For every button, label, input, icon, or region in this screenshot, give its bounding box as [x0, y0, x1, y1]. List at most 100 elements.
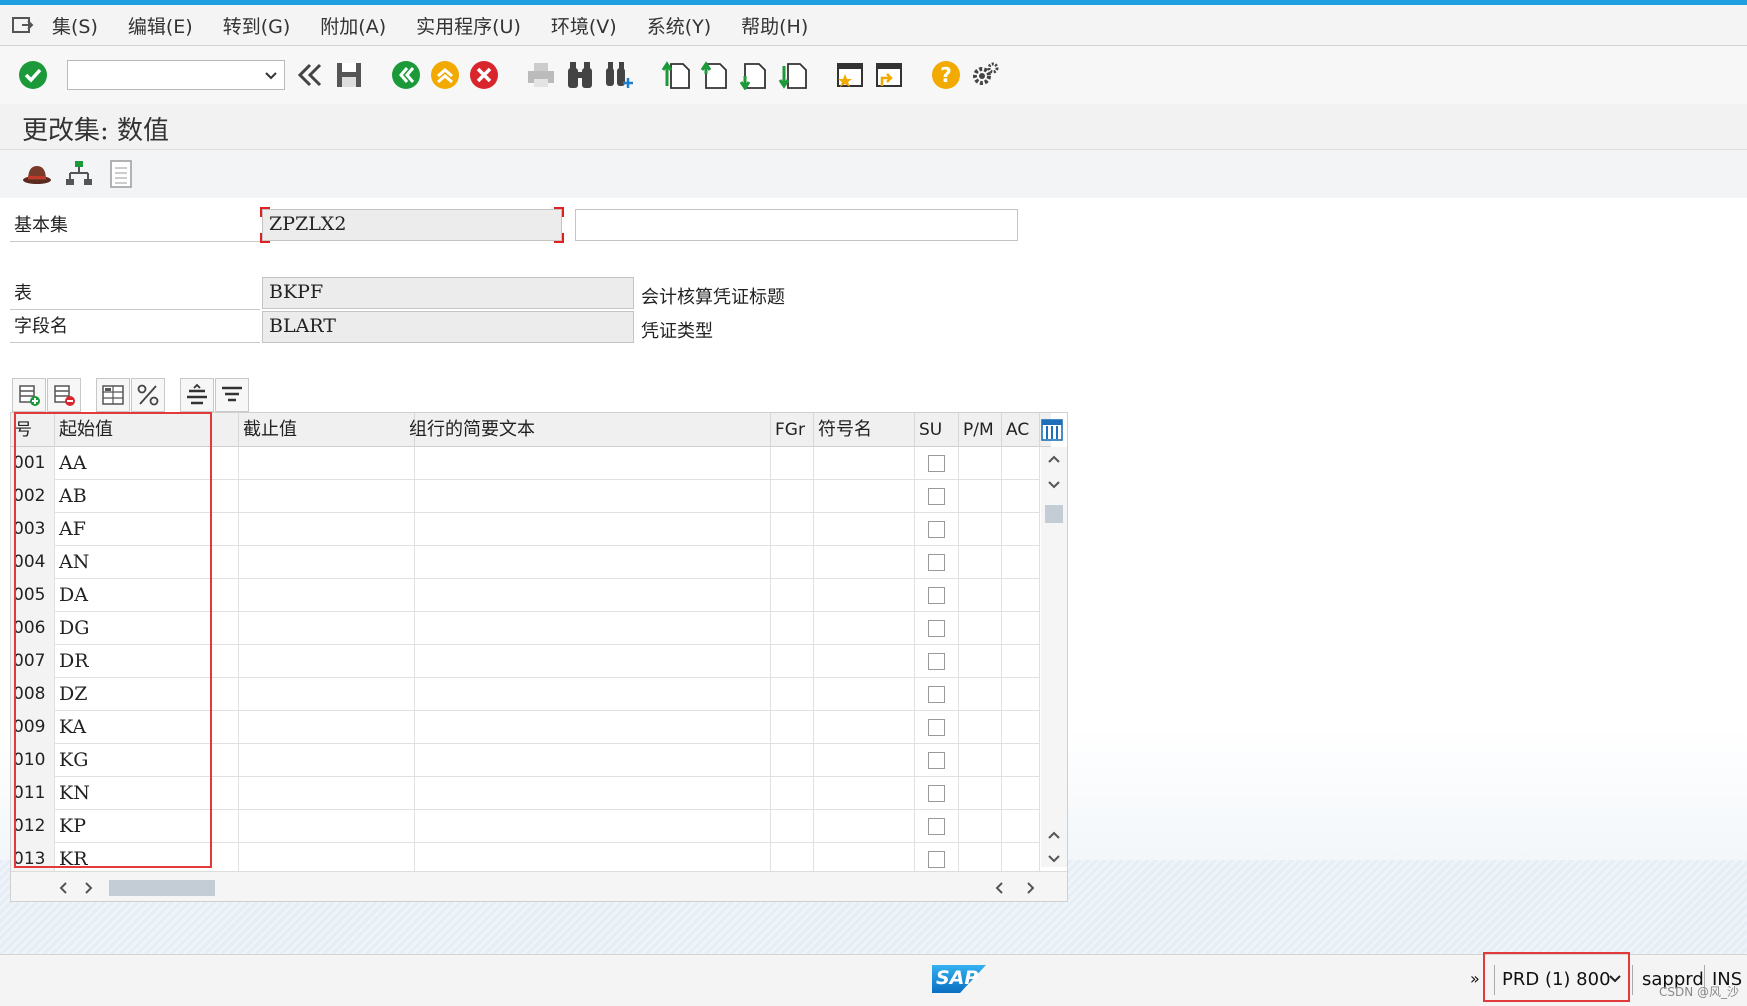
cell-fgr[interactable] [771, 612, 814, 645]
cell-pm[interactable] [959, 645, 1002, 678]
back-double-icon[interactable] [293, 58, 327, 92]
insert-row-icon[interactable] [12, 378, 46, 412]
cell-to[interactable] [239, 447, 415, 480]
enter-icon[interactable] [16, 58, 50, 92]
cell-pm[interactable] [959, 711, 1002, 744]
scroll-right-icon[interactable] [81, 880, 95, 900]
command-field[interactable] [67, 60, 285, 90]
column-header-pm[interactable]: P/M [959, 413, 1002, 447]
field-name-field[interactable]: BLART [262, 311, 634, 343]
cell-ac[interactable] [1002, 513, 1040, 546]
su-checkbox[interactable] [928, 686, 945, 703]
su-checkbox[interactable] [928, 653, 945, 670]
cell-symbol[interactable] [814, 546, 915, 579]
cell-to[interactable] [239, 777, 415, 810]
cell-fgr[interactable] [771, 744, 814, 777]
cell-ac[interactable] [1002, 711, 1040, 744]
cell-text[interactable] [405, 513, 771, 546]
hat-icon[interactable] [20, 157, 54, 191]
menu-environment[interactable]: 环境(V) [551, 12, 617, 39]
cell-fgr[interactable] [771, 546, 814, 579]
cell-to[interactable] [239, 678, 415, 711]
cell-fgr[interactable] [771, 513, 814, 546]
scroll-thumb[interactable] [1045, 505, 1063, 523]
su-checkbox[interactable] [928, 785, 945, 802]
su-checkbox[interactable] [928, 554, 945, 571]
cell-to[interactable] [239, 612, 415, 645]
cell-ac[interactable] [1002, 612, 1040, 645]
cell-symbol[interactable] [814, 777, 915, 810]
cell-ac[interactable] [1002, 480, 1040, 513]
cell-to[interactable] [239, 546, 415, 579]
scroll-left-right-pane-icon[interactable] [993, 880, 1007, 900]
cell-text[interactable] [405, 546, 771, 579]
command-input[interactable] [68, 61, 258, 89]
cell-ac[interactable] [1002, 810, 1040, 843]
cell-ac[interactable] [1002, 645, 1040, 678]
cell-fgr[interactable] [771, 480, 814, 513]
delete-row-icon[interactable] [47, 378, 81, 412]
cell-pm[interactable] [959, 579, 1002, 612]
cell-text[interactable] [405, 711, 771, 744]
column-header-ac[interactable]: AC [1002, 413, 1040, 447]
cell-to[interactable] [239, 645, 415, 678]
cell-text[interactable] [405, 579, 771, 612]
cell-to[interactable] [239, 711, 415, 744]
chevron-down-icon[interactable] [262, 65, 280, 85]
cell-pm[interactable] [959, 612, 1002, 645]
menu-help[interactable]: 帮助(H) [741, 12, 808, 39]
cell-to[interactable] [239, 744, 415, 777]
menu-goto[interactable]: 转到(G) [223, 12, 291, 39]
cell-pm[interactable] [959, 810, 1002, 843]
basic-set-description-field[interactable] [575, 209, 1018, 241]
cell-symbol[interactable] [814, 447, 915, 480]
cell-text[interactable] [405, 678, 771, 711]
cell-fgr[interactable] [771, 645, 814, 678]
filter-icon[interactable] [215, 378, 249, 412]
cell-ac[interactable] [1002, 546, 1040, 579]
scroll-down-icon[interactable] [1046, 477, 1062, 496]
column-header-symbol[interactable]: 符号名 [814, 413, 915, 447]
basic-set-field[interactable]: ZPZLX2 [262, 209, 562, 241]
cell-pm[interactable] [959, 678, 1002, 711]
menu-utilities[interactable]: 实用程序(U) [416, 12, 521, 39]
cell-fgr[interactable] [771, 777, 814, 810]
print-icon[interactable] [524, 58, 558, 92]
cell-pm[interactable] [959, 744, 1002, 777]
cell-to[interactable] [239, 810, 415, 843]
save-icon[interactable] [332, 58, 366, 92]
column-header-su[interactable]: SU [915, 413, 959, 447]
cell-text[interactable] [405, 810, 771, 843]
column-header-to[interactable]: 截止值 [239, 413, 415, 447]
cell-text[interactable] [405, 480, 771, 513]
scroll-up-icon[interactable] [1046, 451, 1062, 470]
help-icon[interactable]: ? [929, 58, 963, 92]
cell-symbol[interactable] [814, 480, 915, 513]
cell-symbol[interactable] [814, 678, 915, 711]
su-checkbox[interactable] [928, 719, 945, 736]
cell-text[interactable] [405, 447, 771, 480]
menu-extras[interactable]: 附加(A) [320, 12, 386, 39]
cell-fgr[interactable] [771, 810, 814, 843]
expand-status-icon[interactable]: » [1470, 969, 1480, 988]
cell-text[interactable] [405, 612, 771, 645]
find-icon[interactable] [563, 58, 597, 92]
cell-text[interactable] [405, 645, 771, 678]
cell-ac[interactable] [1002, 777, 1040, 810]
document-icon[interactable] [104, 157, 138, 191]
percent-icon[interactable] [131, 378, 165, 412]
column-header-text[interactable]: 组行的简要文本 [405, 413, 771, 447]
horizontal-scroll-thumb[interactable] [109, 880, 215, 896]
su-checkbox[interactable] [928, 620, 945, 637]
settings-icon[interactable] [968, 58, 1002, 92]
cell-text[interactable] [405, 744, 771, 777]
find-next-icon[interactable] [602, 58, 636, 92]
cell-to[interactable] [239, 513, 415, 546]
cell-pm[interactable] [959, 447, 1002, 480]
cell-symbol[interactable] [814, 810, 915, 843]
cell-fgr[interactable] [771, 678, 814, 711]
menu-edit[interactable]: 编辑(E) [128, 12, 193, 39]
cell-to[interactable] [239, 579, 415, 612]
cell-symbol[interactable] [814, 579, 915, 612]
cell-symbol[interactable] [814, 711, 915, 744]
